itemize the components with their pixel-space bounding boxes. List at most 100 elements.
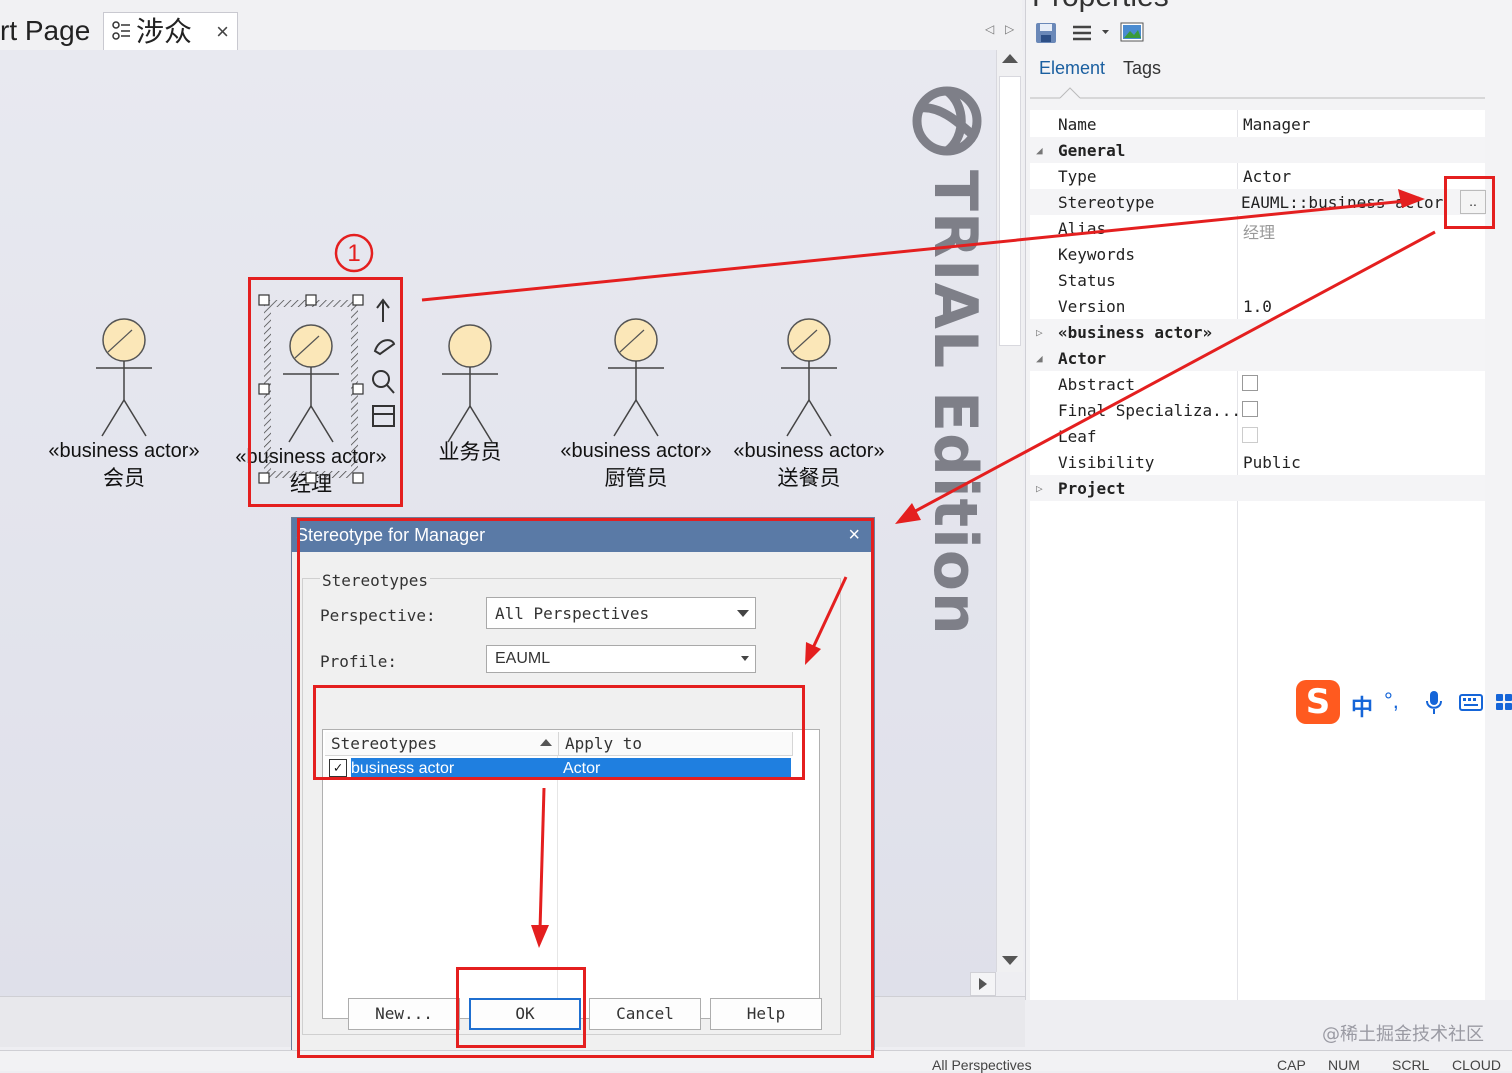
prop-row-keywords[interactable]: Keywords (1030, 241, 1485, 267)
actor-name: 会员 (103, 466, 145, 490)
collapse-icon[interactable]: ◢ (1036, 352, 1043, 365)
prop-key: Project (1058, 479, 1126, 498)
prop-row-type[interactable]: Type Actor (1030, 163, 1485, 189)
step-marker: 1 (334, 233, 374, 273)
status-perspective[interactable]: All Perspectives (932, 1057, 1032, 1073)
actor-stereotype: «business actor» (48, 440, 200, 462)
prop-key: Actor (1058, 349, 1107, 368)
actor-delivery[interactable]: «business actor» 送餐员 (724, 318, 894, 492)
document-tab-strip: rt Page 涉众 × ◁ ▷ (0, 0, 1022, 51)
tab-tags[interactable]: Tags (1123, 58, 1161, 79)
annotation-box-actor (248, 277, 403, 507)
actor-stereotype: «business actor» (733, 440, 885, 462)
abstract-checkbox[interactable] (1242, 375, 1258, 391)
tab-diagram-label: 涉众 (136, 16, 193, 47)
properties-grid: Name Manager ◢ General Type Actor Stereotyp… (1030, 110, 1485, 1000)
actor-member[interactable]: «business actor» 会员 (39, 318, 209, 492)
tab-diagram[interactable]: 涉众 × (103, 12, 238, 51)
scrollbar-thumb[interactable] (999, 76, 1021, 346)
ea-logo-watermark-icon (912, 86, 982, 156)
prop-value: Public (1243, 453, 1301, 472)
tab-element[interactable]: Element (1039, 58, 1105, 79)
collapse-icon[interactable]: ◢ (1036, 144, 1043, 157)
status-caps: CAP (1277, 1057, 1306, 1073)
actor-figure-icon (96, 318, 152, 437)
prop-key: Version (1058, 297, 1126, 316)
tab-scroll-right-icon[interactable]: ▷ (1005, 22, 1014, 36)
annotation-box-ellipsis (1444, 176, 1495, 229)
ime-tools (1426, 691, 1512, 714)
trial-edition-watermark: TRIAL Edition (920, 170, 990, 636)
apps-icon (1496, 694, 1512, 710)
vertical-scrollbar[interactable] (996, 50, 1023, 972)
sogou-logo-icon[interactable]: S (1296, 680, 1340, 724)
prop-category-business-actor[interactable]: ▷ «business actor» (1030, 319, 1485, 345)
prop-row-version[interactable]: Version 1.0 (1030, 293, 1485, 319)
prop-row-stereotype[interactable]: Stereotype EAUML::business actor (1030, 189, 1485, 215)
prop-row-abstract[interactable]: Abstract (1030, 371, 1485, 397)
scroll-down-icon[interactable] (1002, 956, 1018, 965)
actor-figure-icon (781, 318, 837, 437)
prop-value: 经理 (1243, 223, 1276, 242)
scroll-right-button[interactable] (970, 972, 996, 996)
actor-name: 业务员 (438, 440, 502, 464)
scroll-up-icon[interactable] (1002, 54, 1018, 63)
prop-key: Alias (1058, 219, 1107, 238)
actor-kitchen-manager[interactable]: «business actor» 厨管员 (551, 318, 721, 492)
prop-row-visibility[interactable]: Visibility Public (1030, 449, 1485, 475)
actor-stereotype: «business actor» (560, 440, 712, 462)
actor-name: 厨管员 (604, 466, 668, 490)
final-checkbox[interactable] (1242, 401, 1258, 417)
tab-start-label: rt Page (0, 15, 91, 46)
prop-key: General (1058, 141, 1126, 160)
status-cloud: CLOUD (1452, 1057, 1502, 1073)
properties-title: Properties (1032, 0, 1169, 14)
prop-row-name[interactable]: Name Manager (1030, 111, 1485, 137)
list-icon (1073, 25, 1091, 41)
credit-watermark: @稀土掘金技术社区 (1322, 1024, 1484, 1045)
prop-category-actor[interactable]: ◢ Actor (1030, 345, 1485, 371)
status-num: NUM (1328, 1057, 1360, 1073)
prop-key: Type (1058, 167, 1097, 186)
actor-name: 送餐员 (777, 466, 841, 490)
actor-figure-icon (608, 318, 664, 437)
annotation-box-ok (456, 967, 586, 1048)
prop-value: EAUML::business actor (1241, 193, 1444, 212)
prop-key: «business actor» (1058, 323, 1213, 342)
tab-scroll-left-icon[interactable]: ◁ (985, 22, 994, 36)
tab-underline (1030, 87, 1485, 99)
diagram-icon (112, 21, 130, 40)
prop-key: Name (1058, 115, 1097, 134)
prop-value: Manager (1243, 115, 1311, 134)
ime-toolbar: S 中 °, (1296, 680, 1512, 728)
leaf-checkbox[interactable] (1242, 427, 1258, 443)
step-number: 1 (347, 240, 360, 267)
expand-icon[interactable]: ▷ (1036, 482, 1043, 495)
microphone-icon (1426, 691, 1442, 714)
prop-row-final[interactable]: Final Specializa... (1030, 397, 1485, 423)
prop-key: Abstract (1058, 375, 1136, 394)
prop-key: Stereotype (1058, 193, 1155, 212)
expand-icon[interactable]: ▷ (1036, 326, 1043, 339)
keyboard-icon (1459, 694, 1483, 711)
prop-row-alias[interactable]: Alias 经理 (1030, 215, 1485, 242)
properties-toolbar (1036, 22, 1144, 43)
prop-key: Keywords (1058, 245, 1136, 264)
actor-clerk[interactable]: 业务员 (385, 324, 555, 466)
prop-row-leaf[interactable]: Leaf (1030, 423, 1485, 449)
prop-row-status[interactable]: Status (1030, 267, 1485, 293)
ime-punctuation-toggle[interactable]: °, (1384, 688, 1399, 714)
tab-start-page[interactable]: rt Page (0, 12, 98, 50)
prop-key: Final Specializa... (1058, 401, 1242, 420)
prop-key: Status (1058, 271, 1116, 290)
close-icon[interactable]: × (216, 13, 229, 51)
prop-key: Visibility (1058, 453, 1155, 472)
prop-category-general[interactable]: ◢ General (1030, 137, 1485, 163)
save-icon (1036, 23, 1056, 43)
prop-category-project[interactable]: ▷ Project (1030, 475, 1485, 501)
chevron-down-icon (1102, 30, 1109, 34)
annotation-box-list (313, 685, 805, 780)
image-icon (1120, 22, 1144, 42)
prop-value: 1.0 (1243, 297, 1272, 316)
ime-language-toggle[interactable]: 中 (1351, 690, 1373, 722)
